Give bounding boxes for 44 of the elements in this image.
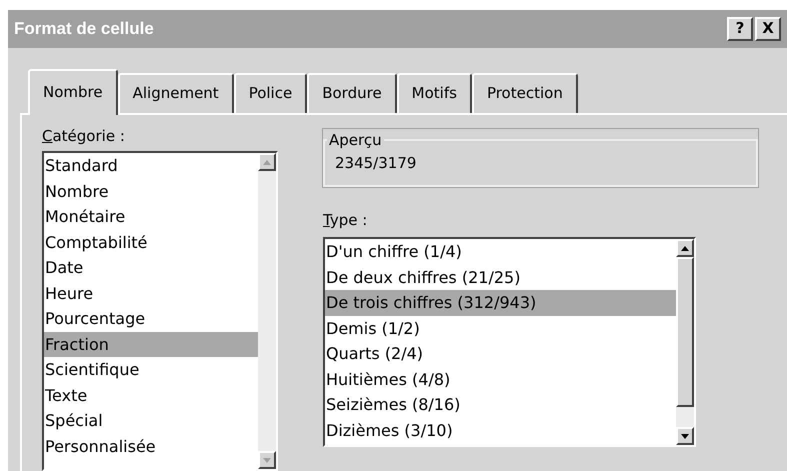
list-item[interactable]: Huitièmes (4/8)	[325, 366, 676, 392]
list-item[interactable]: Texte	[44, 382, 258, 408]
type-list[interactable]: D'un chiffre (1/4) De deux chiffres (21/25) De trois chiffres (312/943) Demis (1/2) Quarts (2/4) Huitièmes (4/8) Seizièmes (8/16) Dizièmes (3/10)	[323, 237, 696, 447]
close-button[interactable]: X	[755, 16, 781, 41]
down-arrow-icon	[681, 434, 689, 438]
list-item[interactable]: Spécial	[44, 408, 258, 434]
list-item[interactable]: De trois chiffres (312/943)	[325, 290, 676, 316]
list-item[interactable]: Fraction	[44, 332, 258, 357]
category-label: Catégorie :	[42, 126, 126, 146]
scroll-down-button[interactable]	[676, 427, 694, 445]
list-item[interactable]: Monétaire	[44, 204, 258, 230]
list-item[interactable]: Scientifique	[44, 357, 258, 382]
up-arrow-icon	[681, 246, 689, 250]
list-item[interactable]: Pourcentage	[44, 306, 258, 332]
tab[interactable]: Police	[234, 72, 308, 112]
scroll-down-button[interactable]	[258, 451, 276, 469]
preview-value: 2345/3179	[335, 154, 416, 172]
list-item[interactable]: Nombre	[44, 178, 258, 204]
list-item[interactable]: Date	[44, 255, 258, 280]
list-item[interactable]: Heure	[44, 280, 258, 306]
list-item[interactable]: Quarts (2/4)	[325, 341, 676, 366]
list-item[interactable]: Dizièmes (3/10)	[325, 418, 676, 443]
scroll-up-button[interactable]	[676, 239, 694, 257]
tab[interactable]: Bordure	[307, 72, 397, 112]
list-item[interactable]: Demis (1/2)	[325, 316, 676, 341]
down-arrow-icon	[263, 458, 271, 462]
type-label: Type :	[323, 210, 368, 230]
list-item[interactable]: Seizièmes (8/16)	[325, 392, 676, 418]
list-item[interactable]: Personnalisée	[44, 434, 258, 459]
list-item[interactable]: Standard	[44, 153, 258, 178]
list-item[interactable]: Comptabilité	[44, 230, 258, 255]
preview-label: Aperçu	[328, 130, 383, 150]
tab[interactable]: Nombre	[28, 68, 118, 114]
window-title: Format de cellule	[14, 18, 154, 40]
tab[interactable]: Alignement	[118, 72, 234, 112]
tab[interactable]: Motifs	[396, 72, 472, 112]
category-list[interactable]: Standard Nombre Monétaire Comptabilité Date Heure Pourcentage Fraction Scientifique Texte Spécial Personnalisée	[42, 151, 278, 471]
scroll-thumb[interactable]	[676, 257, 694, 407]
scroll-up-button[interactable]	[258, 153, 276, 171]
up-arrow-icon	[263, 160, 271, 164]
list-item[interactable]: De deux chiffres (21/25)	[325, 264, 676, 290]
list-item[interactable]: D'un chiffre (1/4)	[325, 239, 676, 264]
help-button[interactable]: ?	[727, 16, 753, 41]
tab[interactable]: Protection	[472, 72, 578, 112]
